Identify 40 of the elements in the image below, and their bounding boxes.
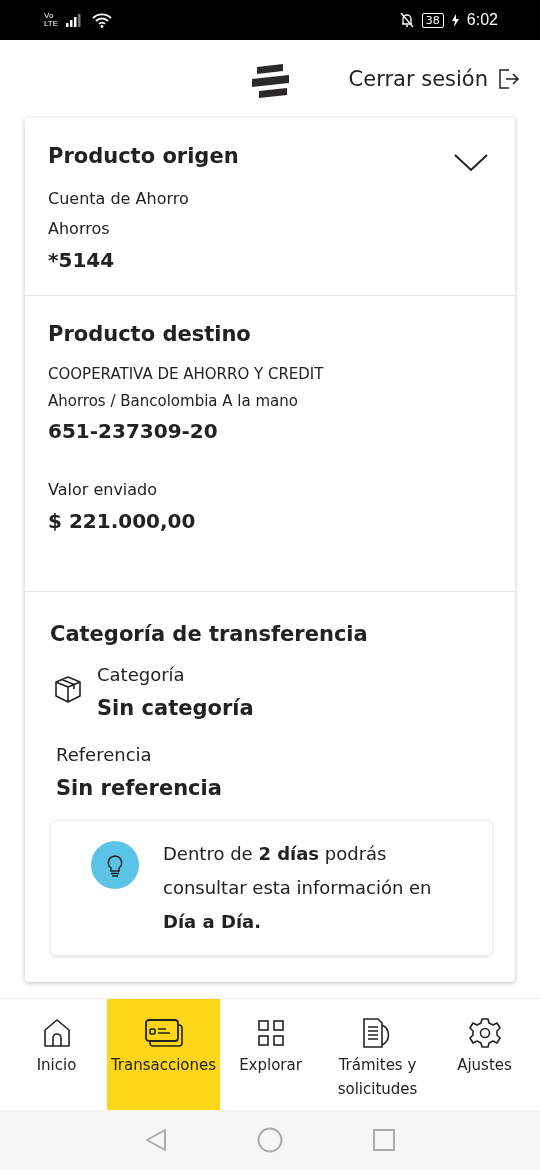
section-title: Producto destino [48,321,252,348]
settings-icon [468,1017,501,1049]
logout-icon [498,68,520,90]
clock-time: 6:02 [466,11,498,29]
nav-tab[interactable]: Explorar [220,999,321,1110]
info-text: Dentro de 2 días podrás consultar esta información en Día a Día. [163,842,433,934]
bell-off-icon [399,12,414,28]
amount-value: $ 221.000,00 [48,508,197,535]
charging-icon [451,13,459,27]
account-number: 651-237309-20 [48,418,219,445]
reference-value: Sin referencia [56,775,223,802]
nav-tab[interactable]: Ajustes [434,999,535,1110]
reference-label: Referencia [56,743,153,767]
logo-icon [251,64,291,100]
box-icon [54,674,82,704]
account-detail: Ahorros [48,218,111,240]
home-circle-icon[interactable] [257,1127,283,1153]
nav-tab[interactable]: Transacciones [107,999,220,1110]
grid-icon [257,1020,284,1046]
category-label: Categoría [97,663,186,687]
back-icon[interactable] [145,1128,167,1152]
section-title: Producto origen [48,143,239,170]
account-detail: Ahorros / Bancolombia A la mano [48,391,299,412]
section-title: Categoría de transferencia [50,621,369,648]
battery-level: 38 [421,12,444,28]
recents-icon[interactable] [373,1129,395,1151]
logout-button[interactable]: Cerrar sesión [348,67,520,91]
nav-tab[interactable]: Trámites y solicitudes [321,999,434,1110]
wifi-icon [92,12,113,28]
account-detail: Cuenta de Ahorro [48,188,190,210]
volte-indicator: Vo LTE [44,12,59,28]
home-icon [41,1018,72,1048]
account-number: *5144 [48,247,116,274]
chevron-icon[interactable] [454,154,488,172]
lightbulb-icon [91,841,139,889]
category-value: Sin categoría [97,695,254,722]
nav-tab[interactable]: Inicio [6,999,107,1110]
cards-icon [143,1018,184,1048]
amount-label: Valor enviado [48,479,159,501]
account-detail: COOPERATIVA DE AHORRO Y CREDIT [48,364,325,385]
